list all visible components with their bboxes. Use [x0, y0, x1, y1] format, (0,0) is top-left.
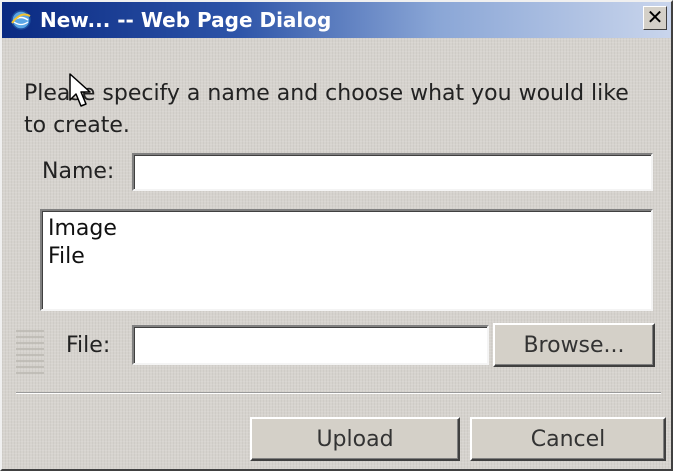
create-type-listbox[interactable]: Image File	[40, 209, 653, 311]
name-input[interactable]	[132, 153, 653, 191]
ie-globe-icon	[8, 7, 34, 33]
file-label: File:	[66, 333, 111, 358]
browse-button[interactable]: Browse...	[493, 323, 655, 367]
cancel-button[interactable]: Cancel	[470, 417, 666, 461]
web-page-dialog: New... -- Web Page Dialog ✕ Please speci…	[0, 0, 673, 471]
close-button[interactable]: ✕	[643, 6, 667, 30]
separator	[16, 392, 661, 394]
upload-button[interactable]: Upload	[250, 417, 460, 461]
mouse-pointer-icon	[69, 73, 91, 107]
list-item[interactable]: Image	[48, 215, 645, 243]
window-title: New... -- Web Page Dialog	[40, 8, 332, 32]
instruction-text: Please specify a name and choose what yo…	[24, 81, 629, 138]
name-label: Name:	[42, 159, 115, 184]
list-item[interactable]: File	[48, 243, 645, 271]
file-path-input[interactable]	[132, 325, 489, 365]
title-bar[interactable]: New... -- Web Page Dialog ✕	[2, 2, 671, 38]
grip-lines	[16, 328, 44, 374]
